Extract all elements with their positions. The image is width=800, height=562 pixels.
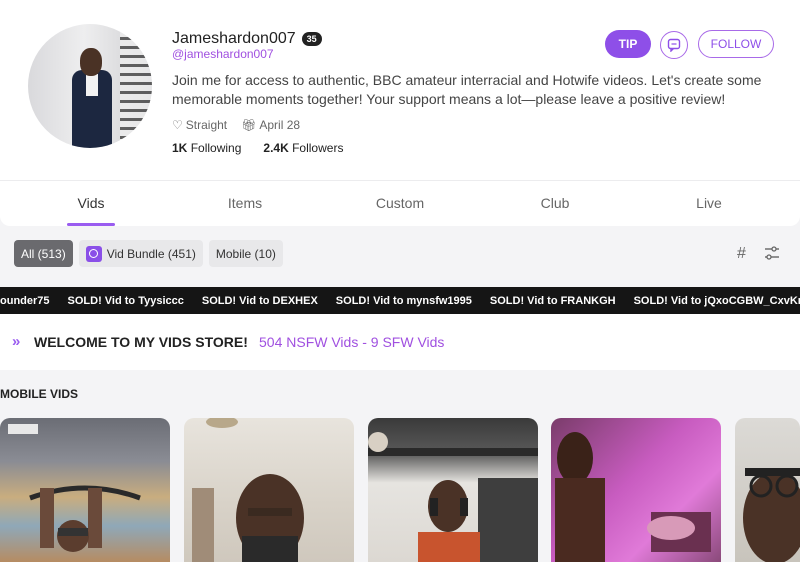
followers-count: 2.4K xyxy=(263,141,289,155)
filter-mobile[interactable]: Mobile (10) xyxy=(208,240,283,267)
tab-live[interactable]: Live xyxy=(696,195,722,211)
gift-icon: 🎁︎ xyxy=(241,118,257,132)
filter-all-label: All (513) xyxy=(21,246,66,261)
profile-bio: Join me for access to authentic, BBC ama… xyxy=(172,72,762,107)
follow-button[interactable]: FOLLOW xyxy=(698,30,774,58)
thumbnail-art xyxy=(192,418,304,562)
joined: 🎁︎ April 28 xyxy=(241,118,300,132)
thumbnail-art xyxy=(368,432,538,562)
video-thumbnail[interactable] xyxy=(735,418,800,562)
profile-meta: ♡ Straight 🎁︎ April 28 xyxy=(172,118,300,132)
tab-vids[interactable]: Vids xyxy=(78,195,105,211)
followers-label: Followers xyxy=(292,141,344,155)
double-chevron-icon: » xyxy=(12,333,21,350)
filter-settings-icon[interactable] xyxy=(764,246,780,260)
tab-custom[interactable]: Custom xyxy=(376,195,424,211)
followers-stat[interactable]: 2.4K Followers xyxy=(263,141,343,155)
name-row: Jameshardon007 35 xyxy=(172,30,322,48)
profile-stats: 1K Following 2.4K Followers xyxy=(172,141,343,155)
age-badge: 35 xyxy=(301,32,322,46)
hashtag-icon[interactable]: # xyxy=(737,245,746,263)
following-stat[interactable]: 1K Following xyxy=(172,141,241,155)
content-tabs: Vids Items Custom Club Live xyxy=(0,180,800,226)
heart-icon: ♡ xyxy=(172,118,183,132)
ticker-item: SOLD! Vid to mynsfw1995 xyxy=(335,294,472,307)
ticker-item: ounder75 xyxy=(0,294,50,307)
thumbnail-art xyxy=(555,432,711,562)
tip-button[interactable]: TIP xyxy=(605,30,651,58)
tab-club[interactable]: Club xyxy=(541,195,570,211)
filter-mobile-label: Mobile (10) xyxy=(215,246,276,261)
profile-header: Jameshardon007 35 @jameshardon007 Join m… xyxy=(0,0,800,180)
welcome-title: WELCOME TO MY VIDS STORE! xyxy=(34,334,248,350)
tab-items[interactable]: Items xyxy=(228,195,262,211)
joined-label: April 28 xyxy=(259,118,301,132)
ticker-item: SOLD! Vid to DEXHEX xyxy=(201,294,318,307)
section-title: MOBILE VIDS xyxy=(0,387,79,401)
profile-handle: @jameshardon007 xyxy=(172,47,274,61)
following-label: Following xyxy=(190,141,242,155)
sales-ticker: ounder75 SOLD! Vid to Tyysiccc SOLD! Vid… xyxy=(0,287,800,314)
message-icon xyxy=(667,38,681,52)
following-count: 1K xyxy=(172,141,188,155)
message-button[interactable] xyxy=(660,31,688,59)
welcome-banner: » WELCOME TO MY VIDS STORE! 504 NSFW Vid… xyxy=(0,314,800,370)
video-thumbnail[interactable] xyxy=(551,418,721,562)
filter-vid-bundle[interactable]: Vid Bundle (451) xyxy=(78,240,203,267)
active-tab-indicator xyxy=(67,223,115,226)
video-thumbnail[interactable] xyxy=(184,418,354,562)
welcome-counts: 504 NSFW Vids - 9 SFW Vids xyxy=(259,334,445,350)
ticker-item: SOLD! Vid to FRANKGH xyxy=(489,294,616,307)
filter-chips: All (513) Vid Bundle (451) Mobile (10) xyxy=(14,240,283,267)
video-thumbnail[interactable] xyxy=(0,418,170,562)
avatar[interactable] xyxy=(28,24,152,148)
ticker-item: SOLD! Vid to jQxoCGBW_CxvKrA xyxy=(633,294,800,307)
profile-name: Jameshardon007 xyxy=(172,30,296,47)
ticker-item: SOLD! Vid to Tyysiccc xyxy=(67,294,184,307)
orientation-label: Straight xyxy=(185,118,228,132)
filter-all[interactable]: All (513) xyxy=(14,240,73,267)
bundle-icon xyxy=(85,245,102,262)
thumbnail-art xyxy=(8,424,141,552)
filter-bundle-label: Vid Bundle (451) xyxy=(106,246,196,261)
orientation: ♡ Straight xyxy=(172,118,227,132)
video-thumbnail[interactable] xyxy=(368,418,538,562)
thumbnail-art xyxy=(743,468,800,562)
